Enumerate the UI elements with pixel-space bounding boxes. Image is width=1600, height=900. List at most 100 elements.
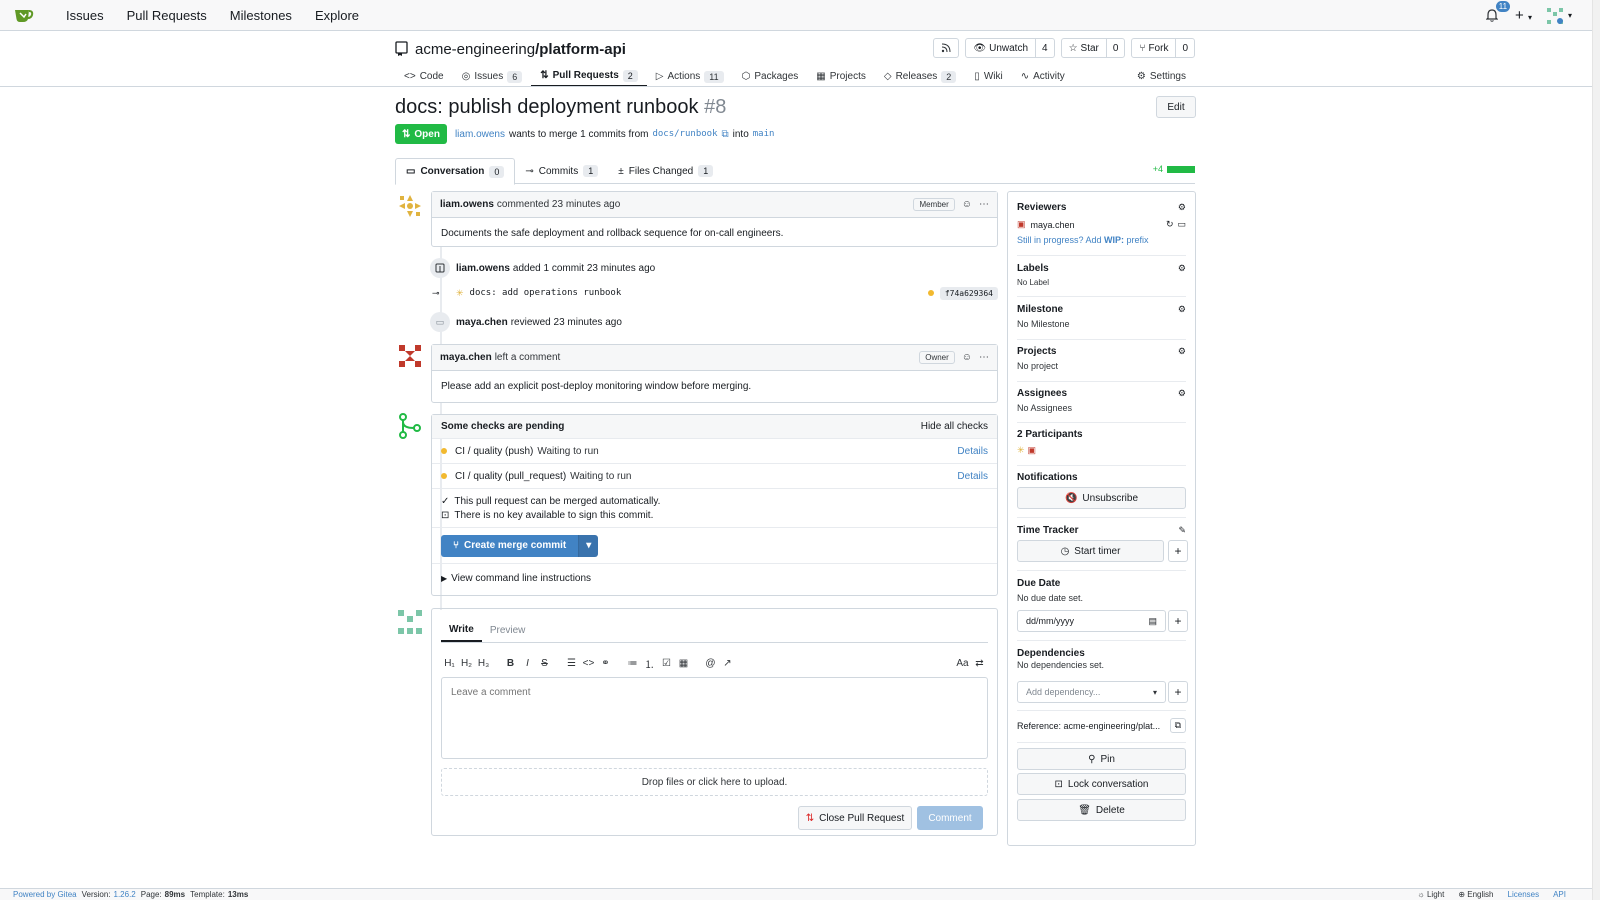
copy-reference-icon[interactable]: ⧉ bbox=[1169, 718, 1186, 733]
delete-button[interactable]: 🗑 Delete bbox=[1017, 799, 1186, 821]
check-details-link[interactable]: Details bbox=[957, 446, 988, 457]
wip-hint[interactable]: Still in progress? Add WIP: prefix bbox=[1017, 235, 1186, 245]
review-event-author[interactable]: maya.chen bbox=[456, 317, 508, 328]
nav-pull-requests[interactable]: Pull Requests bbox=[127, 8, 207, 23]
unordered-list-icon[interactable]: ≔ bbox=[624, 658, 641, 669]
tab-preview[interactable]: Preview bbox=[482, 618, 534, 642]
gear-icon[interactable]: ⚙ bbox=[1178, 202, 1186, 213]
tab-commits[interactable]: ⊸ Commits 1 bbox=[515, 158, 608, 184]
lock-conversation-button[interactable]: ⊡ Lock conversation bbox=[1017, 773, 1186, 795]
nav-milestones[interactable]: Milestones bbox=[230, 8, 292, 23]
tab-pull-requests[interactable]: ⇅ Pull Requests 2 bbox=[531, 62, 647, 87]
close-pull-request-button[interactable]: ⇅ Close Pull Request bbox=[798, 806, 912, 830]
gear-icon[interactable]: ⚙ bbox=[1178, 388, 1186, 399]
edit-title-button[interactable]: Edit bbox=[1156, 96, 1196, 118]
cmdline-toggle[interactable]: ▶ View command line instructions bbox=[432, 564, 997, 592]
tab-write[interactable]: Write bbox=[441, 618, 482, 642]
ordered-list-icon[interactable]: ⒈ bbox=[641, 656, 658, 671]
tab-code[interactable]: <> Code bbox=[395, 62, 453, 87]
comment-icon[interactable]: ▭ bbox=[1177, 219, 1186, 230]
tab-files-changed[interactable]: ± Files Changed 1 bbox=[608, 158, 723, 184]
star-count[interactable]: 0 bbox=[1105, 39, 1125, 57]
due-date-input[interactable]: dd/mm/yyyy ▤ bbox=[1017, 610, 1166, 632]
tab-conversation[interactable]: ▭ Conversation 0 bbox=[395, 158, 516, 185]
file-dropzone[interactable]: Drop files or click here to upload. bbox=[441, 768, 988, 796]
reaction-icon[interactable]: ☺ bbox=[962, 352, 972, 363]
merge-style-dropdown-icon[interactable]: ▾ bbox=[578, 534, 599, 557]
nav-issues[interactable]: Issues bbox=[66, 8, 104, 23]
star-button[interactable]: ☆ Star 0 bbox=[1060, 38, 1126, 58]
tab-settings[interactable]: ⚙ Settings bbox=[1128, 62, 1195, 87]
commit-sha[interactable]: f74a629364 bbox=[939, 286, 998, 300]
create-new-menu-icon[interactable]: + ▾ bbox=[1515, 7, 1532, 24]
licenses-link[interactable]: Licenses bbox=[1508, 890, 1540, 899]
create-merge-commit-button[interactable]: ⑂ Create merge commit bbox=[441, 534, 579, 557]
heading-2-icon[interactable]: H₂ bbox=[458, 658, 475, 669]
version-link[interactable]: 1.26.2 bbox=[114, 890, 136, 899]
pin-button[interactable]: ⚲ Pin bbox=[1017, 748, 1186, 770]
gear-icon[interactable]: ⚙ bbox=[1178, 346, 1186, 357]
switch-editor-icon[interactable]: ⇄ bbox=[971, 658, 988, 669]
avatar[interactable]: ▣ bbox=[1028, 445, 1037, 456]
page-scrollbar[interactable] bbox=[1592, 0, 1600, 900]
tab-activity[interactable]: ∿ Activity bbox=[1012, 62, 1074, 87]
more-options-icon[interactable]: ⋯ bbox=[979, 352, 989, 363]
add-dependency-dropdown[interactable]: Add dependency... ▾ bbox=[1017, 681, 1166, 703]
heading-1-icon[interactable]: H₁ bbox=[441, 658, 458, 669]
repo-name[interactable]: platform-api bbox=[539, 41, 626, 58]
tab-packages[interactable]: ⬡ Packages bbox=[733, 62, 808, 87]
avatar[interactable] bbox=[397, 343, 423, 369]
tab-issues[interactable]: ◎ Issues 6 bbox=[453, 62, 532, 87]
monospace-toggle-icon[interactable]: Aa bbox=[954, 658, 971, 669]
heading-3-icon[interactable]: H₃ bbox=[475, 658, 492, 669]
comment-author[interactable]: maya.chen bbox=[440, 352, 492, 363]
tab-wiki[interactable]: ▯ Wiki bbox=[965, 62, 1011, 87]
add-time-button[interactable]: + bbox=[1168, 540, 1188, 562]
re-request-review-icon[interactable]: ↻ bbox=[1166, 219, 1174, 230]
commit-event-author[interactable]: liam.owens bbox=[456, 263, 510, 274]
nav-explore[interactable]: Explore bbox=[315, 8, 359, 23]
repo-owner[interactable]: acme-engineering bbox=[415, 41, 535, 58]
reaction-icon[interactable]: ☺ bbox=[962, 199, 972, 210]
repo-title[interactable]: acme-engineering/platform-api bbox=[415, 41, 626, 58]
unsubscribe-button[interactable]: 🔇 Unsubscribe bbox=[1017, 487, 1186, 509]
api-link[interactable]: API bbox=[1553, 890, 1566, 899]
head-branch-link[interactable]: docs/runbook bbox=[652, 129, 717, 139]
pr-author-link[interactable]: liam.owens bbox=[455, 129, 505, 140]
add-due-date-button[interactable]: + bbox=[1168, 610, 1188, 632]
pencil-icon[interactable]: ✎ bbox=[1178, 525, 1186, 536]
code-icon[interactable]: <> bbox=[580, 658, 597, 669]
mention-icon[interactable]: @ bbox=[702, 658, 719, 669]
cross-reference-icon[interactable]: ↗ bbox=[719, 658, 736, 669]
check-details-link[interactable]: Details bbox=[957, 471, 988, 482]
link-icon[interactable]: ⚭ bbox=[597, 658, 614, 669]
tab-actions[interactable]: ▷ Actions 11 bbox=[647, 62, 733, 87]
quote-icon[interactable]: ☰ bbox=[563, 658, 580, 669]
copy-branch-icon[interactable]: ⧉ bbox=[722, 129, 729, 140]
comment-author[interactable]: liam.owens bbox=[440, 199, 494, 210]
gitea-logo-icon[interactable] bbox=[14, 7, 34, 23]
reviewer-name[interactable]: maya.chen bbox=[1031, 220, 1075, 230]
comment-textarea[interactable] bbox=[441, 677, 988, 759]
avatar[interactable]: ✳ bbox=[1017, 445, 1025, 456]
language-switcher[interactable]: ⊕ English bbox=[1458, 890, 1493, 899]
unwatch-button[interactable]: 👁 Unwatch 4 bbox=[965, 38, 1055, 58]
hide-all-checks-button[interactable]: Hide all checks bbox=[921, 421, 988, 432]
watch-count[interactable]: 4 bbox=[1035, 39, 1054, 57]
base-branch-link[interactable]: main bbox=[753, 129, 775, 139]
notifications-bell-icon[interactable]: 11 bbox=[1483, 0, 1511, 25]
fork-count[interactable]: 0 bbox=[1175, 39, 1194, 57]
user-avatar-menu[interactable]: ▾ bbox=[1546, 7, 1572, 25]
avatar[interactable] bbox=[397, 193, 423, 219]
theme-switcher[interactable]: ☼ Light bbox=[1417, 890, 1444, 899]
gear-icon[interactable]: ⚙ bbox=[1178, 304, 1186, 315]
add-dependency-button[interactable]: + bbox=[1168, 681, 1188, 703]
rss-button[interactable] bbox=[933, 38, 960, 58]
powered-by-link[interactable]: Powered by Gitea bbox=[13, 890, 77, 899]
tab-projects[interactable]: ▦ Projects bbox=[807, 62, 875, 87]
fork-button[interactable]: ⑂ Fork 0 bbox=[1131, 38, 1195, 58]
commit-status-dot[interactable] bbox=[927, 290, 934, 296]
more-options-icon[interactable]: ⋯ bbox=[979, 199, 989, 210]
bold-icon[interactable]: B bbox=[502, 658, 519, 669]
comment-button[interactable]: Comment bbox=[917, 806, 983, 830]
